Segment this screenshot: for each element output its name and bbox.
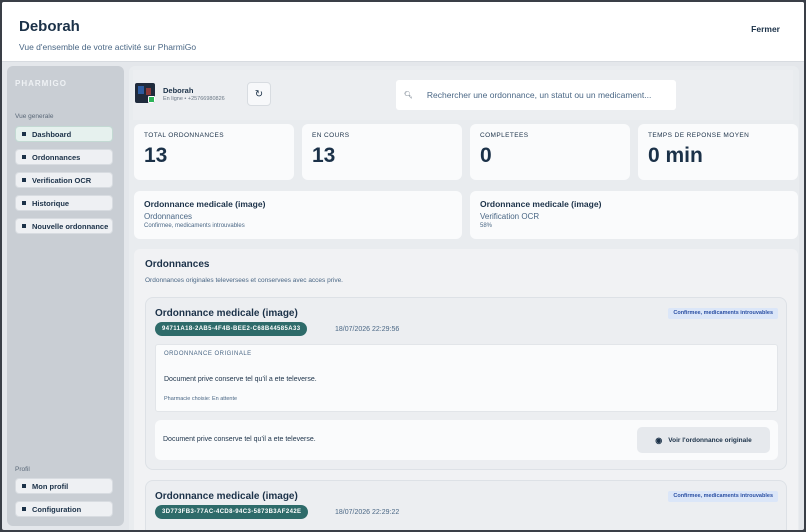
ordonnance-card: Ordonnance medicale (image) Confirmee, m…	[145, 297, 787, 470]
sidebar-item-label: Nouvelle ordonnance	[32, 221, 109, 231]
online-status-icon	[148, 96, 155, 103]
square-bullet-icon	[22, 507, 26, 511]
ordonnances-panel: Ordonnances Ordonnances originales telev…	[134, 249, 798, 530]
sidebar-item-dashboard[interactable]: Dashboard	[15, 126, 113, 142]
stat-label: TOTAL ORDONNANCES	[144, 132, 224, 139]
info-card-subtitle: Ordonnances	[144, 212, 193, 221]
sidebar-item-mon-profil[interactable]: Mon profil	[15, 478, 113, 494]
view-original-label: Voir l'ordonnance originale	[668, 436, 752, 444]
footer-text: Document prive conserve tel qu'il a ete …	[163, 436, 316, 443]
square-bullet-icon	[22, 201, 26, 205]
stat-value: 0	[480, 144, 492, 167]
search-icon: 🔍︎	[404, 92, 413, 99]
status-badge: Confirmee, medicaments introuvables	[668, 491, 778, 502]
sidebar-item-label: Historique	[32, 198, 70, 208]
square-bullet-icon	[22, 155, 26, 159]
square-bullet-icon	[22, 132, 26, 136]
ordonnance-title: Ordonnance medicale (image)	[155, 491, 298, 502]
original-document-box: ORDONNANCE ORIGINALE Document prive cons…	[155, 344, 778, 412]
ordonnance-id-chip: 94711A18-2AB5-4F4B-BEE2-C68B44585A33	[155, 322, 308, 336]
pharmacy-status: Pharmacie choisie: En attente	[164, 396, 238, 402]
sidebar-item-label: Mon profil	[32, 481, 69, 491]
page-title: Deborah	[19, 18, 80, 35]
sidebar-item-verification-ocr[interactable]: Verification OCR	[15, 172, 113, 188]
user-bar: Deborah En ligne • +25766980826 ↻ 🔍︎ Rec…	[133, 70, 793, 120]
info-card-title: Ordonnance medicale (image)	[144, 199, 266, 209]
status-badge: Confirmee, medicaments introuvables	[668, 308, 778, 319]
info-card-subtitle: Verification OCR	[480, 212, 540, 221]
stat-card-total: TOTAL ORDONNANCES 13	[134, 124, 294, 180]
stat-value: 13	[144, 144, 168, 167]
main-content: Deborah En ligne • +25766980826 ↻ 🔍︎ Rec…	[129, 66, 799, 530]
sidebar: PHARMIGO Vue generale Dashboard Ordonnan…	[7, 66, 124, 526]
sidebar-section-overview: Vue generale	[15, 113, 54, 120]
section-subtitle: Ordonnances originales televersees et co…	[145, 277, 343, 284]
ordonnance-card: Ordonnance medicale (image) Confirmee, m…	[145, 480, 787, 530]
sidebar-item-label: Configuration	[32, 504, 82, 514]
sidebar-item-nouvelle-ordonnance[interactable]: Nouvelle ordonnance	[15, 218, 113, 234]
stat-value: 13	[312, 144, 336, 167]
sidebar-item-label: Ordonnances	[32, 152, 81, 162]
stat-label: TEMPS DE REPONSE MOYEN	[648, 132, 750, 139]
stat-value: 0 min	[648, 144, 703, 167]
ordonnance-date: 18/07/2026 22:29:56	[335, 326, 400, 333]
sidebar-section-profile: Profil	[15, 466, 30, 473]
app-window: Deborah Vue d'ensemble de votre activité…	[2, 2, 804, 530]
sidebar-item-label: Dashboard	[32, 129, 72, 139]
ordonnance-id-chip: 3D773FB3-77AC-4CD8-94C3-5873B3AF242E	[155, 505, 309, 519]
brand-logo: PHARMIGO	[15, 79, 67, 88]
close-button[interactable]: Fermer	[751, 24, 780, 34]
stat-card-en-cours: EN COURS 13	[302, 124, 462, 180]
original-label: ORDONNANCE ORIGINALE	[164, 351, 252, 357]
search-input[interactable]: 🔍︎ Rechercher une ordonnance, un statut …	[396, 80, 676, 110]
square-bullet-icon	[22, 178, 26, 182]
refresh-button[interactable]: ↻	[247, 82, 271, 106]
avatar	[135, 83, 155, 103]
page-subtitle: Vue d'ensemble de votre activité sur Pha…	[19, 42, 197, 52]
stat-card-completees: COMPLETEES 0	[470, 124, 630, 180]
stat-card-temps-reponse: TEMPS DE REPONSE MOYEN 0 min	[638, 124, 798, 180]
info-card-detail: 58%	[480, 223, 493, 229]
info-card-ordonnances[interactable]: Ordonnance medicale (image) Ordonnances …	[134, 191, 462, 239]
search-placeholder: Rechercher une ordonnance, un statut ou …	[426, 90, 652, 100]
sidebar-item-configuration[interactable]: Configuration	[15, 501, 113, 517]
stat-label: EN COURS	[312, 132, 350, 139]
user-status: En ligne • +25766980826	[163, 96, 225, 102]
card-footer: Document prive conserve tel qu'il a ete …	[155, 420, 778, 460]
square-bullet-icon	[22, 484, 26, 488]
info-card-title: Ordonnance medicale (image)	[480, 199, 602, 209]
user-name: Deborah	[163, 86, 194, 95]
original-text: Document prive conserve tel qu'il a ete …	[164, 376, 317, 383]
refresh-icon: ↻	[254, 88, 264, 100]
sidebar-item-ordonnances[interactable]: Ordonnances	[15, 149, 113, 165]
top-header: Deborah Vue d'ensemble de votre activité…	[2, 2, 804, 62]
section-title: Ordonnances	[145, 259, 210, 270]
view-original-button[interactable]: ◉ Voir l'ordonnance originale	[637, 427, 770, 453]
ordonnance-date: 18/07/2026 22:29:22	[335, 509, 400, 516]
stat-label: COMPLETEES	[480, 132, 529, 139]
info-card-verification-ocr[interactable]: Ordonnance medicale (image) Verification…	[470, 191, 798, 239]
sidebar-item-historique[interactable]: Historique	[15, 195, 113, 211]
square-bullet-icon	[22, 224, 26, 228]
info-card-detail: Confirmee, medicaments introuvables	[144, 223, 245, 229]
sidebar-item-label: Verification OCR	[32, 175, 92, 185]
eye-icon: ◉	[655, 435, 663, 445]
ordonnance-title: Ordonnance medicale (image)	[155, 308, 298, 319]
